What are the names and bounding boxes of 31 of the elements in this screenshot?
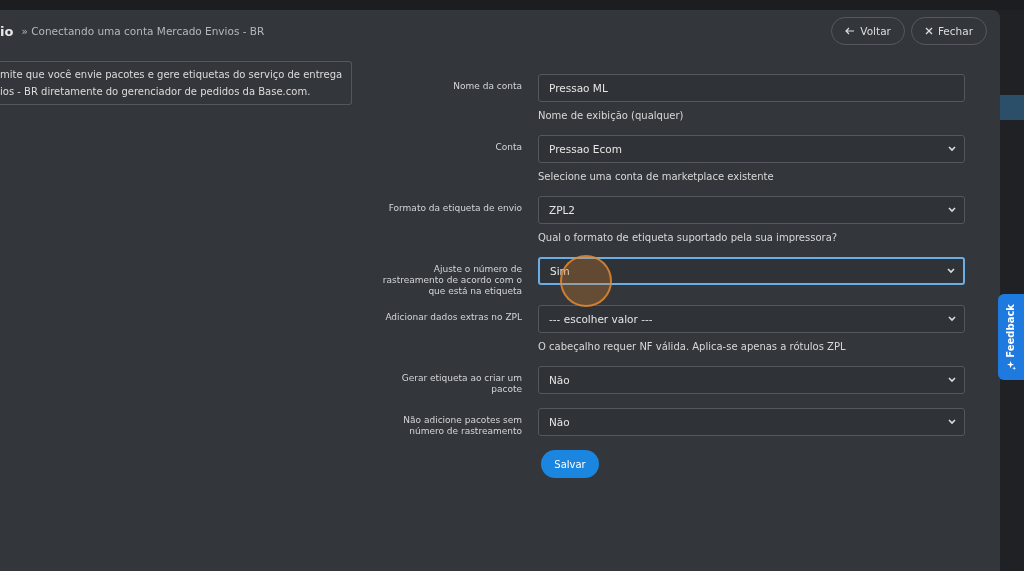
close-icon — [924, 27, 933, 35]
select-field[interactable]: --- escolher valor --- — [538, 305, 965, 333]
field-hint: Selecione uma conta de marketplace existente — [538, 171, 775, 182]
select-field[interactable]: Pressao Ecom — [538, 135, 965, 163]
field-label: Gerar etiqueta ao criar um pacote — [400, 372, 522, 395]
select-field[interactable]: Não — [538, 366, 965, 394]
field-hint: O cabeçalho requer NF válida. Aplica-se apenas a rótulos ZPL — [538, 341, 847, 352]
save-button[interactable]: Salvar — [541, 450, 599, 478]
field-label: Formato da etiqueta de envio — [387, 202, 522, 215]
field-label: Ajuste o número de rastreamento de acordo com o que está na etiqueta — [381, 263, 522, 297]
field-hint: Qual o formato de etiqueta suportado pela sua impressora? — [538, 232, 839, 243]
page-title: io — [0, 23, 14, 39]
chevron-down-icon — [948, 377, 956, 383]
select-field[interactable]: Não — [538, 408, 965, 436]
sparkle-icon — [1006, 360, 1016, 370]
chevron-down-icon — [948, 146, 956, 152]
select-field[interactable]: ZPL2 — [538, 196, 965, 224]
arrow-left-icon — [845, 27, 856, 35]
input-field[interactable]: Pressao ML — [538, 74, 965, 102]
field-label: Adicionar dados extras no ZPL — [384, 311, 522, 324]
field-hint: Nome de exibição (qualquer) — [538, 110, 685, 121]
chevron-down-icon — [948, 419, 956, 425]
chevron-down-icon — [947, 268, 955, 274]
field-label: Não adicione pacotes sem número de rastreamento — [402, 414, 522, 437]
field-label: Conta — [494, 141, 522, 154]
field-label: Nome da conta — [452, 80, 522, 93]
description-text: mite que você envie pacotes e gere etiquetas do serviço de entrega ios - BR diretamente do gerenciador de pedidos da Base.com. — [0, 61, 352, 105]
chevron-down-icon — [948, 207, 956, 213]
chevron-down-icon — [948, 316, 956, 322]
feedback-tab[interactable]: Feedback — [998, 294, 1024, 380]
breadcrumb: » Conectando uma conta Mercado Envios - BR — [21, 25, 266, 37]
